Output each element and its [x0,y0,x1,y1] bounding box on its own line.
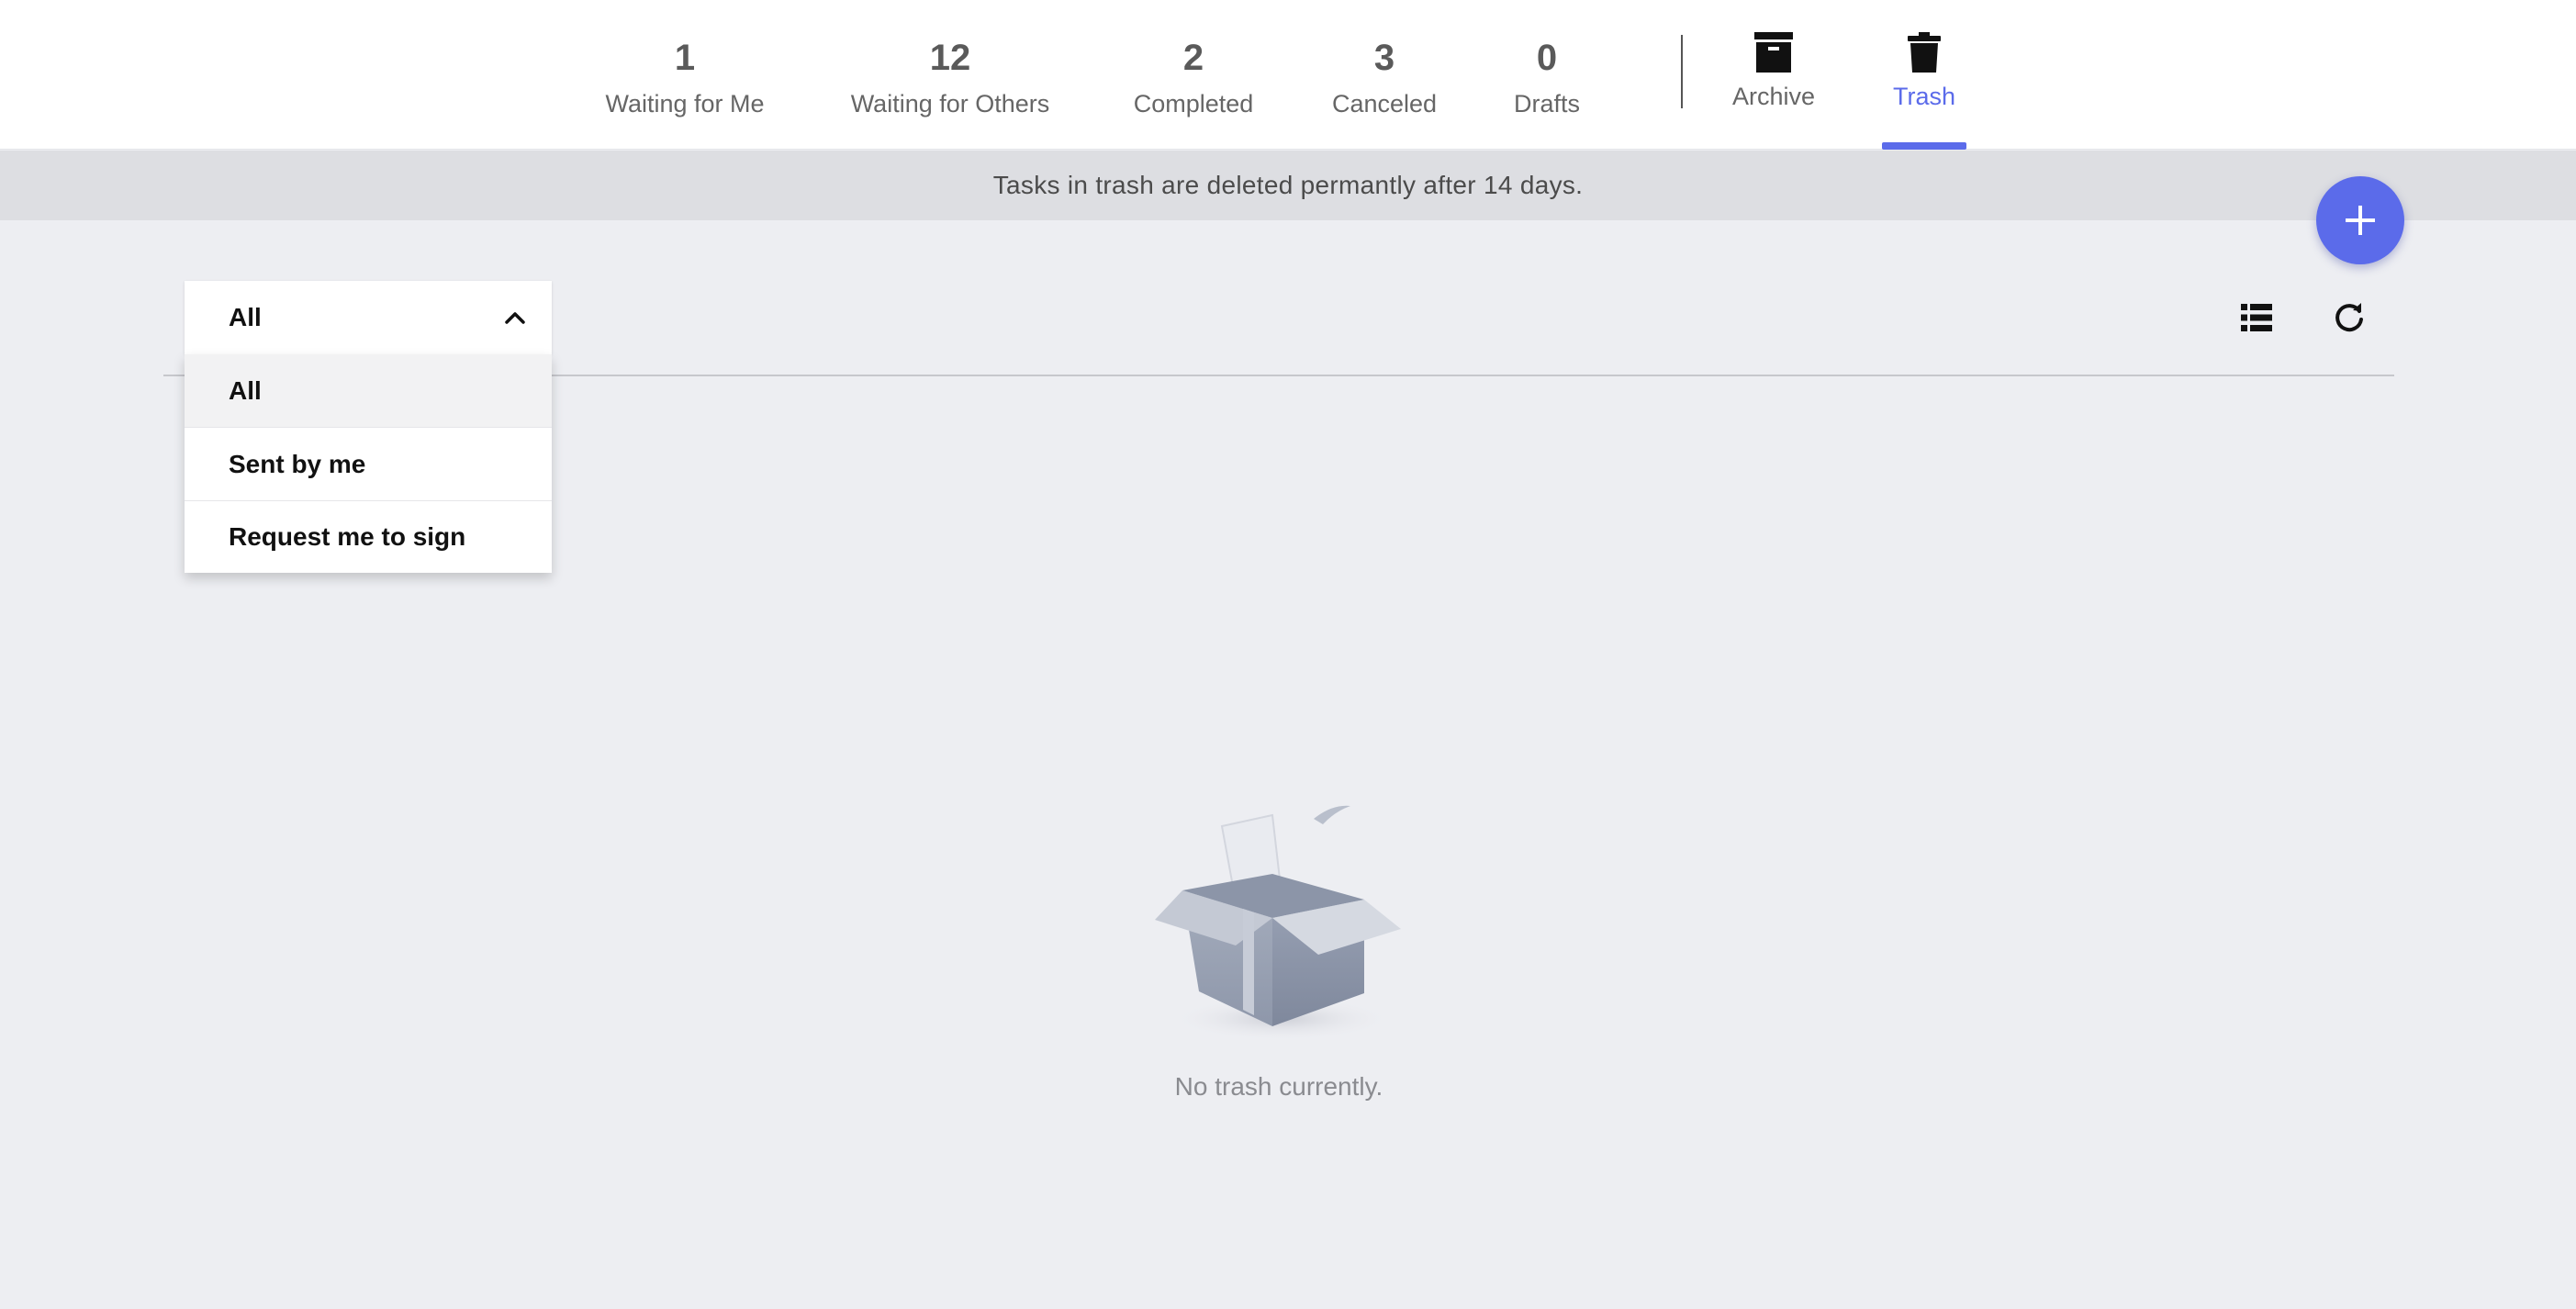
chevron-up-icon [505,312,525,324]
tab-completed[interactable]: 2 Completed [1122,0,1265,150]
list-view-button[interactable] [2233,294,2280,341]
filter-option-sent-by-me[interactable]: Sent by me [185,428,552,501]
status-tab-bar: 1 Waiting for Me 12 Waiting for Others 2… [0,0,2576,150]
filter-option-all[interactable]: All [185,354,552,428]
refresh-button[interactable] [2325,294,2373,341]
filter-dropdown-menu: All Sent by me Request me to sign [185,354,552,573]
active-tab-indicator [1882,142,1966,150]
tab-label: Archive [1731,83,1816,110]
open-box-illustration [1155,805,1401,1041]
tab-label: Waiting for Me [605,90,765,117]
tab-label: Completed [1133,90,1254,117]
tab-trash[interactable]: Trash [1882,0,1966,150]
tab-canceled[interactable]: 3 Canceled [1324,0,1445,150]
tab-archive[interactable]: Archive [1720,0,1827,150]
filter-selected-value: All [229,303,262,331]
tab-count: 2 [1182,38,1204,78]
tab-count: 1 [674,38,696,78]
tab-waiting-for-others[interactable]: 12 Waiting for Others [837,0,1063,150]
tab-count: 0 [1536,38,1558,78]
tab-count: 12 [929,38,971,78]
archive-box-icon [1754,29,1793,75]
tab-label: Waiting for Others [850,90,1050,117]
tab-drafts[interactable]: 0 Drafts [1500,0,1594,150]
plus-icon [2346,206,2375,235]
tab-waiting-for-me[interactable]: 1 Waiting for Me [597,0,773,150]
tab-count: 3 [1373,38,1395,78]
list-view-icon [2241,304,2272,331]
filter-option-request-me-to-sign[interactable]: Request me to sign [185,501,552,573]
refresh-icon [2335,303,2363,332]
empty-state-text: No trash currently. [1174,1072,1383,1101]
trash-retention-notice: Tasks in trash are deleted permantly aft… [0,151,2576,220]
trash-can-icon [1908,29,1941,75]
tab-divider [1681,35,1683,108]
create-task-button[interactable] [2316,176,2404,264]
tab-label: Canceled [1331,90,1438,117]
app-root: 1 Waiting for Me 12 Waiting for Others 2… [0,0,2576,1309]
tab-label: Drafts [1513,90,1580,117]
filter-select[interactable]: All [185,281,552,354]
tab-label: Trash [1892,83,1955,110]
